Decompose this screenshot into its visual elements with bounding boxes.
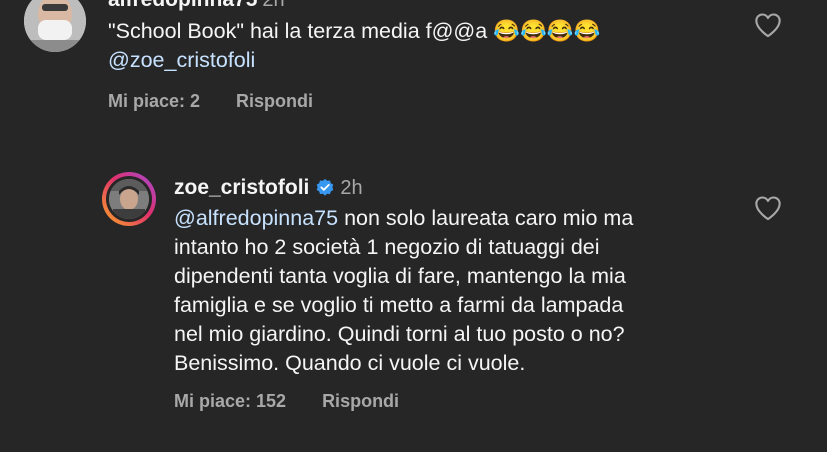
mention-link[interactable]: @alfredopinna75: [174, 206, 338, 230]
comment-line: dipendenti tanta voglia di fare, manteng…: [174, 264, 626, 288]
heart-outline-icon[interactable]: [754, 195, 782, 221]
mention-link[interactable]: @zoe_cristofoli: [108, 46, 600, 75]
heart-outline-icon[interactable]: [754, 12, 782, 38]
username[interactable]: zoe_cristofoli: [174, 176, 309, 200]
timestamp: 2h: [262, 0, 284, 12]
comment-line: intanto ho 2 società 1 negozio di tatuag…: [174, 235, 600, 259]
comment-alfredopinna75: alfredopinna75 2h "School Book" hai la t…: [0, 0, 827, 140]
verified-badge-icon: [315, 178, 335, 198]
comment-line: nel mio giardino. Quindi torni al tuo po…: [174, 322, 625, 346]
comment-actions: Mi piace: 152 Rispondi: [174, 391, 399, 412]
comment-text: @alfredopinna75 non solo laureata caro m…: [174, 204, 633, 378]
timestamp: 2h: [340, 176, 363, 199]
comment-line: Benissimo. Quando ci vuole ci vuole.: [174, 351, 526, 375]
comment-line-rest: non solo laureata caro mio ma: [338, 206, 634, 230]
comment-actions: Mi piace: 2 Rispondi: [108, 91, 313, 112]
avatar-photo: [109, 179, 149, 219]
likes-count[interactable]: Mi piace: 152: [174, 391, 286, 412]
avatar[interactable]: [106, 176, 152, 222]
comment-line: "School Book" hai la terza media f@@a 😂😂…: [108, 19, 601, 43]
avatar-photo: [24, 0, 86, 52]
comment-line: famiglia e se voglio ti metto a farmi da…: [174, 293, 624, 317]
comment-header: alfredopinna75 2h: [108, 0, 285, 12]
avatar[interactable]: [24, 0, 86, 52]
comment-zoe-cristofoli: zoe_cristofoli 2h @alfredopinna75 non so…: [0, 168, 827, 452]
reply-button[interactable]: Rispondi: [322, 391, 399, 412]
likes-count[interactable]: Mi piace: 2: [108, 91, 200, 112]
username[interactable]: alfredopinna75: [108, 0, 257, 12]
comment-line: @alfredopinna75 non solo laureata caro m…: [174, 204, 633, 233]
reply-button[interactable]: Rispondi: [236, 91, 313, 112]
comment-text: "School Book" hai la terza media f@@a 😂😂…: [108, 17, 600, 75]
comment-header: zoe_cristofoli 2h: [174, 175, 363, 201]
